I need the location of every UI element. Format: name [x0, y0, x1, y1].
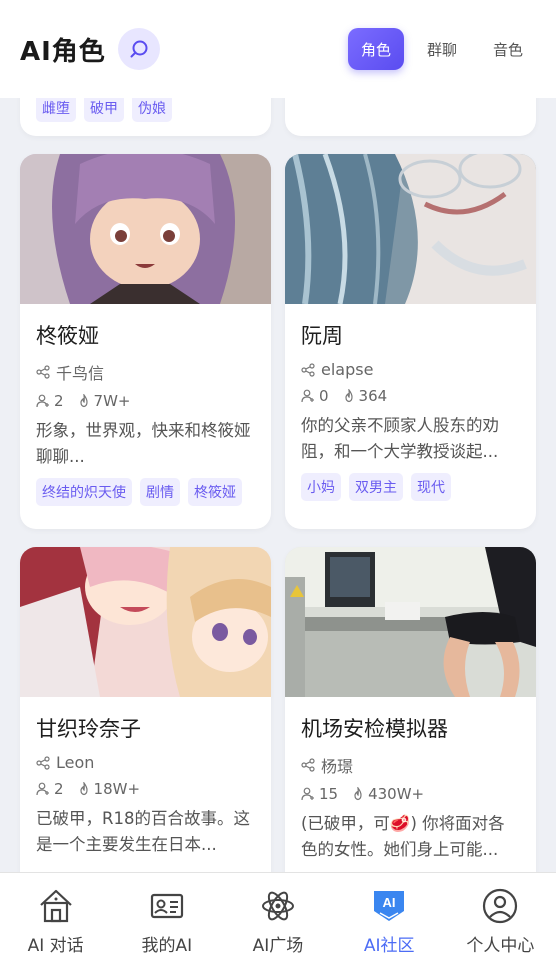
character-avatar-image	[285, 154, 536, 304]
user-profile-icon	[483, 888, 518, 924]
character-description: (已破甲，可🥩) 你将面对各色的女性。她们身上可能...	[301, 814, 505, 859]
fire-icon	[344, 389, 353, 403]
atom-icon	[261, 891, 294, 921]
user-count: 2	[54, 392, 64, 410]
ai-community-icon: AI	[374, 891, 405, 921]
nav-label: 个人中心	[466, 936, 535, 956]
character-description: 形象，世界观，快来和柊筱娅聊聊...	[36, 421, 251, 466]
fire-icon	[354, 787, 362, 801]
nav-label: AI 对话	[27, 936, 84, 956]
character-card[interactable]: 阮周 elapse 0 364 你的父亲不顾家人股东的劝阻，和一个大学教授谈起.…	[285, 154, 536, 529]
author-name[interactable]: elapse	[321, 360, 373, 379]
share-icon	[301, 758, 315, 772]
character-card-partial-right[interactable]	[285, 98, 536, 136]
tab-group-chat[interactable]: 群聊	[414, 28, 470, 70]
author-name[interactable]: 杨璟	[321, 753, 353, 777]
nav-profile[interactable]: 个人中心	[445, 887, 555, 956]
fire-icon	[79, 782, 88, 796]
tag[interactable]: 伪娘	[132, 98, 172, 122]
bottom-navigation: AI 对话 我的AI AI广场 AI AI社区 个人中心	[0, 872, 556, 962]
user-count: 0	[319, 387, 329, 405]
share-icon	[36, 755, 50, 770]
category-tabs: 角色 群聊 音色	[347, 28, 536, 70]
character-description: 已破甲，R18的百合故事。这是一个主要发生在日本...	[36, 809, 250, 854]
nav-label: AI社区	[363, 936, 415, 956]
nav-my-ai[interactable]: 我的AI	[112, 887, 222, 956]
tab-voice[interactable]: 音色	[480, 28, 536, 70]
nav-ai-square[interactable]: AI广场	[223, 887, 333, 956]
id-card-icon	[150, 893, 183, 919]
tag[interactable]: 双男主	[349, 473, 403, 501]
character-name: 甘织玲奈子	[36, 717, 141, 741]
author-name[interactable]: Leon	[56, 753, 94, 772]
character-name: 阮周	[301, 324, 343, 348]
tag[interactable]: 现代	[411, 473, 451, 501]
heat-count: 364	[358, 387, 388, 405]
user-count-icon	[36, 394, 49, 408]
app-header: AI角色 角色 群聊 音色	[0, 0, 556, 98]
heat-count: 430W+	[368, 785, 425, 803]
character-card[interactable]: 柊筱娅 千鸟信 2 7W+ 形象，世界观，快来和柊筱娅聊聊... 终结的炽天使 …	[20, 154, 271, 529]
character-avatar-image	[20, 547, 271, 697]
character-description: 你的父亲不顾家人股东的劝阻，和一个大学教授谈起...	[301, 416, 499, 461]
search-button[interactable]	[117, 28, 160, 70]
tab-role[interactable]: 角色	[347, 28, 404, 70]
fire-icon	[79, 394, 88, 408]
heat-count: 18W+	[93, 780, 141, 798]
nav-label: AI广场	[252, 936, 304, 956]
svg-text:AI: AI	[383, 895, 396, 910]
share-icon	[301, 362, 315, 377]
user-count-icon	[36, 782, 49, 796]
user-count: 2	[54, 780, 64, 798]
character-feed[interactable]: 雌堕 破甲 伪娘 柊筱娅 千鸟信 2 7W+ 形象，世界观，快来和柊筱娅聊聊..…	[0, 98, 556, 872]
character-avatar-image	[20, 154, 271, 304]
user-count-icon	[301, 787, 314, 801]
nav-label: 我的AI	[141, 936, 193, 956]
tag[interactable]: 小妈	[301, 473, 341, 501]
tag[interactable]: 终结的炽天使	[36, 478, 132, 506]
tag[interactable]: 破甲	[84, 98, 124, 122]
character-name: 机场安检模拟器	[301, 717, 448, 741]
user-count: 15	[319, 785, 339, 803]
author-name[interactable]: 千鸟信	[56, 360, 104, 384]
character-avatar-image	[285, 547, 536, 697]
tag[interactable]: 雌堕	[36, 98, 76, 122]
character-card[interactable]: 甘织玲奈子 Leon 2 18W+ 已破甲，R18的百合故事。这是一个主要发生在…	[20, 547, 271, 872]
heat-count: 7W+	[93, 392, 131, 410]
nav-ai-chat[interactable]: AI 对话	[1, 887, 111, 956]
character-card[interactable]: 机场安检模拟器 杨璟 15 430W+ (已破甲，可🥩) 你将面对各色的女性。她…	[285, 547, 536, 872]
home-icon	[39, 889, 72, 923]
share-icon	[36, 365, 50, 379]
character-card-partial-left[interactable]: 雌堕 破甲 伪娘	[20, 98, 271, 136]
tag[interactable]: 剧情	[140, 478, 180, 506]
tag[interactable]: 柊筱娅	[188, 478, 242, 506]
nav-ai-community[interactable]: AI AI社区	[334, 887, 444, 956]
page-title: AI角色	[20, 36, 106, 67]
search-icon	[130, 40, 148, 58]
user-count-icon	[301, 389, 314, 403]
character-name: 柊筱娅	[36, 324, 99, 348]
